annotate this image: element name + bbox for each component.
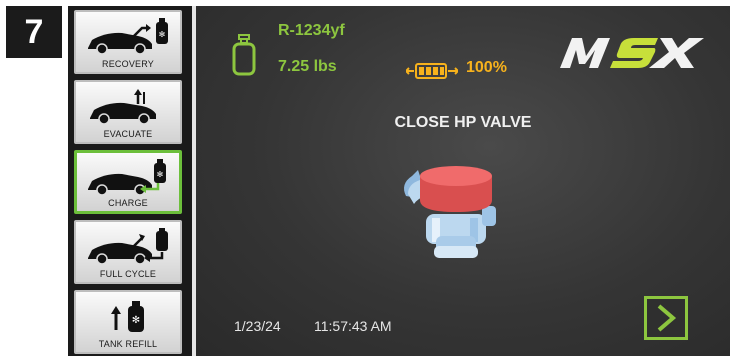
time-display: 11:57:43 AM xyxy=(314,318,392,334)
chevron-right-icon xyxy=(657,304,677,332)
date-display: 1/23/24 xyxy=(234,318,281,334)
car-evacuate-icon xyxy=(90,89,156,125)
car-charge-icon: ✻ xyxy=(88,159,166,196)
sidebar-item-label: CHARGE xyxy=(108,198,148,208)
sidebar-item-full-cycle[interactable]: FULL CYCLE xyxy=(74,220,182,284)
tank-refill-icon: ✻ xyxy=(111,301,144,332)
battery-percentage: 100% xyxy=(466,59,507,76)
refrigerant-type: R-1234yf xyxy=(278,22,345,39)
sidebar-item-label: RECOVERY xyxy=(102,59,154,69)
sidebar-item-charge[interactable]: ✻ CHARGE xyxy=(74,150,182,214)
device-display: ✻ RECOVERY EVACUATE ✻ CHARGE FULL CYCLE … xyxy=(68,6,730,356)
car-full-cycle-icon xyxy=(88,228,168,265)
msx-logo xyxy=(560,38,704,68)
instruction-text: CLOSE HP VALVE xyxy=(394,114,532,131)
sidebar-item-label: TANK REFILL xyxy=(98,339,158,349)
refrigerant-weight: 7.25 lbs xyxy=(278,58,337,75)
sidebar-item-label: FULL CYCLE xyxy=(99,269,157,279)
mode-sidebar: ✻ RECOVERY EVACUATE ✻ CHARGE FULL CYCLE … xyxy=(68,6,196,356)
sidebar-item-tank-refill[interactable]: ✻ TANK REFILL xyxy=(74,290,182,354)
next-button[interactable] xyxy=(644,296,688,340)
main-screen: R-1234yf 7.25 lbs 100% CLOSE HP VALVE 1/… xyxy=(196,6,730,356)
car-recovery-icon: ✻ xyxy=(88,18,168,55)
sidebar-item-recovery[interactable]: ✻ RECOVERY xyxy=(74,10,182,74)
sidebar-item-label: EVACUATE xyxy=(103,129,153,139)
battery-icon xyxy=(406,63,458,79)
svg-text:✻: ✻ xyxy=(159,30,166,39)
sidebar-item-evacuate[interactable]: EVACUATE xyxy=(74,80,182,144)
hp-valve-illustration xyxy=(404,166,496,258)
refrigerant-tank-icon xyxy=(232,34,256,76)
svg-text:✻: ✻ xyxy=(157,170,164,179)
step-number-badge: 7 xyxy=(6,6,62,58)
svg-text:✻: ✻ xyxy=(132,315,140,326)
